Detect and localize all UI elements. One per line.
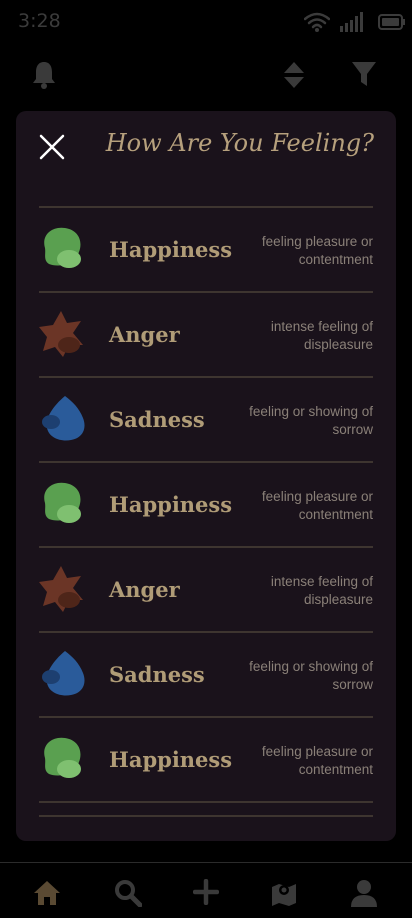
status-time: 3:28 — [18, 10, 61, 32]
map-icon[interactable] — [270, 879, 298, 907]
emotion-item[interactable]: Sadness feeling or showing of sorrow — [39, 633, 373, 718]
sort-icon[interactable] — [282, 60, 306, 90]
emotion-name: Sadness — [109, 662, 205, 687]
happiness-blob-icon — [44, 482, 81, 523]
emotion-list: Happiness feeling pleasure or contentment… — [39, 206, 373, 803]
emotion-item[interactable]: Happiness feeling pleasure or contentment — [39, 718, 373, 803]
wifi-icon — [304, 12, 330, 32]
sadness-drop-icon — [42, 651, 85, 696]
emotion-description: feeling pleasure or contentment — [261, 234, 373, 267]
feeling-modal: How Are You Feeling? Happiness feeling pl… — [16, 111, 396, 841]
happiness-blob-icon — [44, 737, 81, 778]
bottom-nav — [0, 862, 412, 918]
filter-icon[interactable] — [351, 60, 377, 88]
emotion-name: Anger — [109, 577, 180, 602]
search-icon[interactable] — [114, 879, 142, 907]
emotion-item[interactable]: Anger intense feeling of displeasure — [39, 293, 373, 378]
add-icon[interactable] — [193, 879, 219, 905]
emotion-description: feeling pleasure or contentment — [261, 744, 373, 777]
close-icon[interactable] — [38, 133, 66, 161]
emotion-item[interactable]: Happiness feeling pleasure or contentment — [39, 463, 373, 548]
emotion-description: feeling pleasure or contentment — [261, 489, 373, 522]
anger-star-icon — [39, 311, 83, 357]
emotion-description: intense feeling of displeasure — [270, 319, 373, 352]
divider — [39, 815, 373, 817]
emotion-description: feeling or showing of sorrow — [249, 659, 373, 692]
signal-icon — [340, 12, 363, 32]
emotion-item[interactable]: Happiness feeling pleasure or contentment — [39, 208, 373, 293]
emotion-description: feeling or showing of sorrow — [249, 404, 373, 437]
home-icon[interactable] — [32, 879, 62, 907]
battery-icon — [378, 14, 405, 30]
status-bar: 3:28 — [0, 0, 412, 44]
sadness-drop-icon — [42, 396, 85, 441]
emotion-name: Happiness — [109, 747, 233, 772]
emotion-name: Anger — [109, 322, 180, 347]
emotion-item[interactable]: Sadness feeling or showing of sorrow — [39, 378, 373, 463]
emotion-name: Happiness — [109, 492, 233, 517]
emotion-item[interactable]: Anger intense feeling of displeasure — [39, 548, 373, 633]
profile-icon[interactable] — [350, 879, 378, 907]
happiness-blob-icon — [44, 227, 81, 268]
modal-title: How Are You Feeling? — [105, 129, 374, 157]
emotion-description: intense feeling of displeasure — [270, 574, 373, 607]
emotion-name: Happiness — [109, 237, 233, 262]
emotion-name: Sadness — [109, 407, 205, 432]
bell-icon[interactable] — [31, 60, 57, 90]
anger-star-icon — [39, 566, 83, 612]
